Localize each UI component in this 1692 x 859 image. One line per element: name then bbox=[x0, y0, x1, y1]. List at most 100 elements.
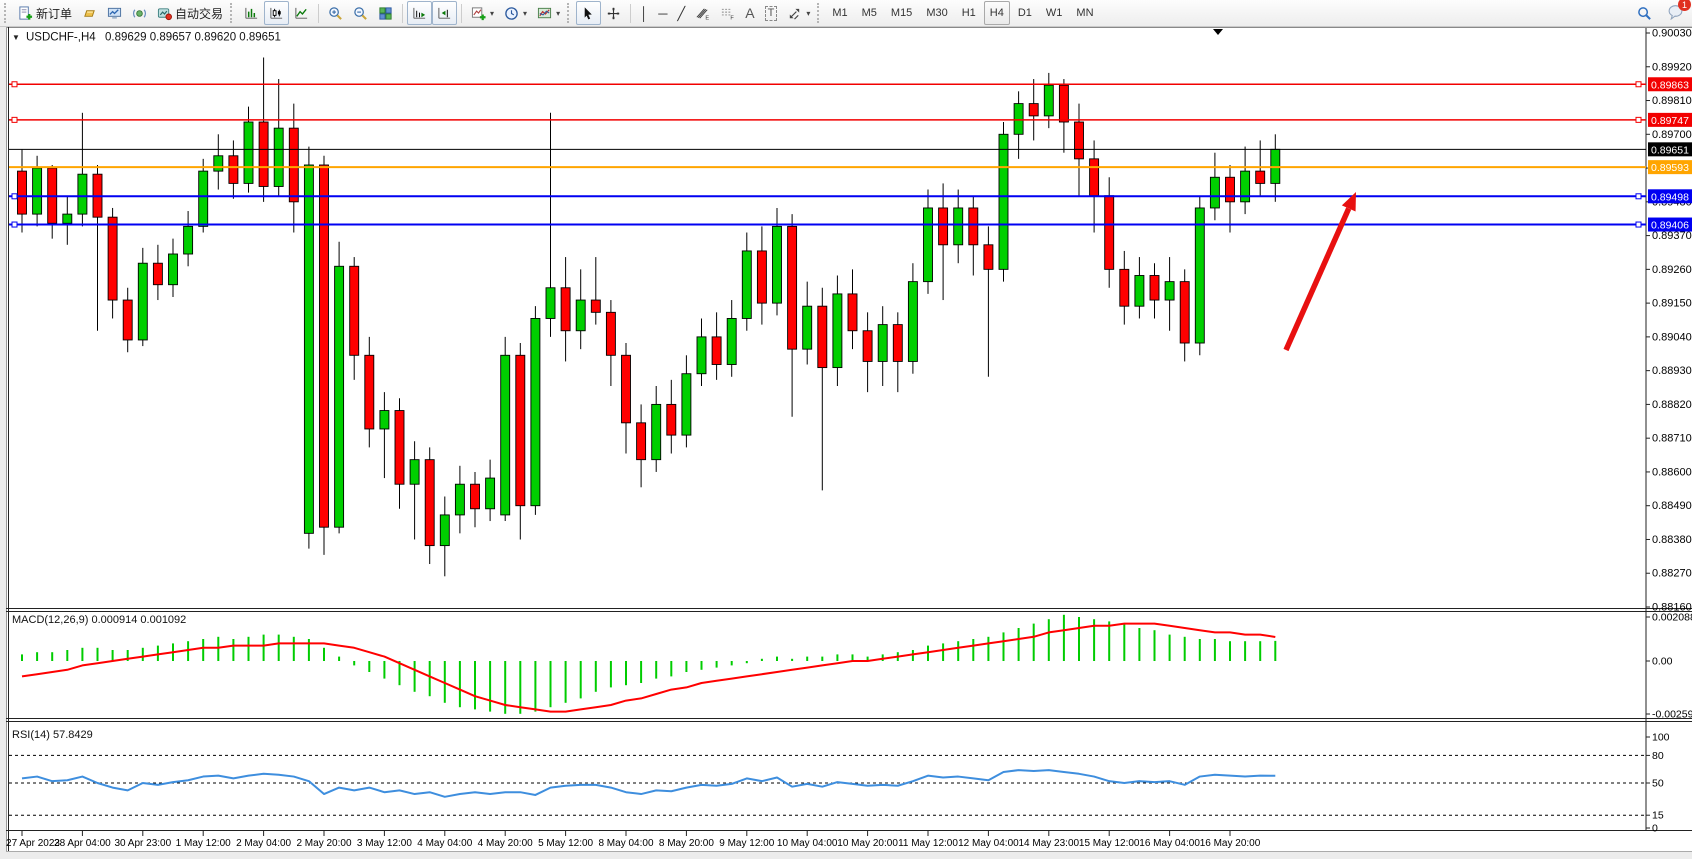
candle-body bbox=[1165, 282, 1174, 300]
toolbar-grip[interactable] bbox=[4, 3, 11, 23]
candle-body bbox=[516, 355, 525, 505]
level-line-handle[interactable] bbox=[12, 222, 17, 227]
toolbar-grip[interactable] bbox=[230, 3, 237, 23]
timeframe-button-m15[interactable]: M15 bbox=[885, 1, 918, 25]
candle-body bbox=[1150, 275, 1159, 300]
candle-body bbox=[1059, 85, 1068, 122]
price-axis-tick-label: 0.88600 bbox=[1652, 466, 1692, 478]
candle-body bbox=[63, 214, 72, 223]
macd-axis-tick-label: 0.00 bbox=[1652, 656, 1673, 668]
candle-body bbox=[184, 226, 193, 254]
timeframe-button-w1[interactable]: W1 bbox=[1040, 1, 1069, 25]
candle-body bbox=[1210, 177, 1219, 208]
candle-body bbox=[848, 294, 857, 331]
notifications-button[interactable]: 1 bbox=[1667, 3, 1684, 23]
time-axis-label: 2 May 20:00 bbox=[296, 838, 351, 849]
auto-trading-button[interactable]: 自动交易 bbox=[152, 1, 228, 25]
candle-body bbox=[1105, 196, 1114, 270]
candle-body bbox=[546, 288, 555, 319]
level-line-handle[interactable] bbox=[1636, 117, 1641, 122]
candle-body bbox=[33, 168, 42, 214]
price-axis-tick-label: 0.89810 bbox=[1652, 95, 1692, 107]
level-line-handle[interactable] bbox=[12, 82, 17, 87]
candle-body bbox=[289, 128, 298, 202]
toolbar-grip[interactable] bbox=[817, 3, 824, 23]
templates-button[interactable]: ▾ bbox=[532, 1, 565, 25]
timeframe-button-d1[interactable]: D1 bbox=[1012, 1, 1038, 25]
mt4-terminal: { "toolbar":{ "new_order_label":"新订单", "… bbox=[0, 0, 1692, 859]
candle-body bbox=[1120, 269, 1129, 306]
zoom-in-button[interactable] bbox=[323, 1, 348, 25]
timeframe-button-m5[interactable]: M5 bbox=[856, 1, 883, 25]
zoom-out-button[interactable] bbox=[348, 1, 373, 25]
candle-body bbox=[1090, 159, 1099, 196]
arrows-tool-button[interactable]: ▾ bbox=[782, 1, 815, 25]
time-axis-label: 10 May 20:00 bbox=[837, 838, 898, 849]
search-button[interactable] bbox=[1632, 1, 1657, 25]
candle-body bbox=[637, 423, 646, 460]
timeframe-button-mn[interactable]: MN bbox=[1070, 1, 1099, 25]
horizontal-line-tool-button[interactable]: ─ bbox=[653, 1, 672, 25]
candle-body bbox=[908, 282, 917, 362]
time-axis-label: 11 May 12:00 bbox=[898, 838, 958, 849]
chart-title-symbol: USDCHF-,H4 bbox=[26, 32, 96, 44]
level-line-handle[interactable] bbox=[1636, 194, 1641, 199]
level-line-handle[interactable] bbox=[12, 117, 17, 122]
level-price-label: 0.89498 bbox=[1651, 191, 1689, 203]
candle-body bbox=[924, 208, 933, 282]
text-tool-button[interactable]: A bbox=[740, 1, 759, 25]
crosshair-icon bbox=[606, 6, 621, 21]
auto-scroll-button[interactable] bbox=[407, 1, 432, 25]
equidistant-channel-icon: E bbox=[695, 6, 710, 21]
vertical-line-tool-button[interactable]: │ bbox=[635, 1, 653, 25]
text-label-tool-button[interactable]: T bbox=[760, 1, 783, 25]
level-line-handle[interactable] bbox=[1636, 222, 1641, 227]
level-line-handle[interactable] bbox=[1636, 82, 1641, 87]
new-order-button[interactable]: 新订单 bbox=[13, 1, 77, 25]
toolbar-grip[interactable] bbox=[567, 3, 574, 23]
cursor-tool-button[interactable] bbox=[576, 1, 601, 25]
arrows-tool-icon bbox=[787, 6, 802, 21]
candle-body bbox=[1135, 275, 1144, 306]
time-axis-label: 3 May 12:00 bbox=[357, 838, 412, 849]
line-chart-mode-button[interactable] bbox=[289, 1, 314, 25]
crosshair-tool-button[interactable] bbox=[601, 1, 626, 25]
gold-ingot-button[interactable] bbox=[77, 1, 102, 25]
candle-body bbox=[803, 306, 812, 349]
candle-body bbox=[893, 325, 902, 362]
candle-body bbox=[244, 122, 253, 183]
equidistant-channel-tool-button[interactable]: E bbox=[690, 1, 715, 25]
candle-body bbox=[1029, 104, 1038, 116]
auto-scroll-icon bbox=[412, 6, 427, 21]
signals-button[interactable] bbox=[127, 1, 152, 25]
rsi-axis-tick-label: 15 bbox=[1652, 810, 1664, 822]
chart-shift-button[interactable] bbox=[432, 1, 457, 25]
timeframe-button-h1[interactable]: H1 bbox=[956, 1, 982, 25]
trendline-tool-button[interactable]: ╱ bbox=[672, 1, 690, 25]
indicators-button[interactable]: ▾ bbox=[466, 1, 499, 25]
svg-text:F: F bbox=[731, 15, 735, 20]
chart-collapse-icon[interactable]: ▼ bbox=[12, 33, 20, 42]
level-line-handle[interactable] bbox=[12, 194, 17, 199]
candle-body bbox=[606, 312, 615, 355]
market-watch-button[interactable] bbox=[102, 1, 127, 25]
periods-button[interactable]: ▾ bbox=[499, 1, 532, 25]
tile-windows-button[interactable] bbox=[373, 1, 398, 25]
zoom-out-icon bbox=[353, 6, 368, 21]
time-axis-label: 8 May 04:00 bbox=[598, 838, 653, 849]
time-axis-label: 10 May 04:00 bbox=[777, 838, 838, 849]
bar-chart-mode-button[interactable] bbox=[239, 1, 264, 25]
chart-canvas[interactable]: ▼ USDCHF-,H4 0.89629 0.89657 0.89620 0.8… bbox=[0, 27, 1692, 859]
line-chart-icon bbox=[294, 6, 309, 21]
candle-body bbox=[652, 404, 661, 459]
timeframe-button-m30[interactable]: M30 bbox=[920, 1, 953, 25]
timeframe-button-m1[interactable]: M1 bbox=[826, 1, 853, 25]
fibonacci-tool-button[interactable]: F bbox=[715, 1, 740, 25]
bar-chart-icon bbox=[244, 6, 259, 21]
chart-title-ohlc: 0.89629 0.89657 0.89620 0.89651 bbox=[105, 32, 281, 44]
timeframe-button-h4[interactable]: H4 bbox=[984, 1, 1010, 25]
toolbar-separator bbox=[402, 4, 403, 23]
candlestick-mode-button[interactable] bbox=[264, 1, 289, 25]
price-axis-tick-label: 0.88490 bbox=[1652, 500, 1692, 512]
candle-body bbox=[1226, 177, 1235, 202]
